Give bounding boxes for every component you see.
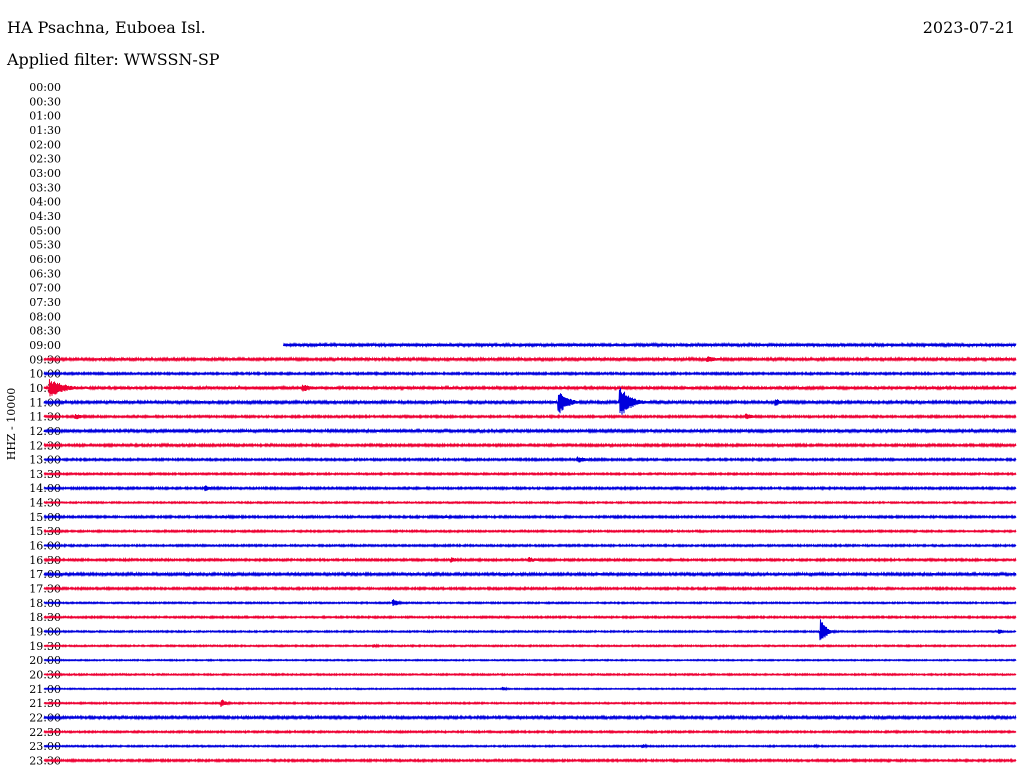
trace-1630: [43, 556, 1017, 563]
time-label-0530: 05:30: [29, 239, 61, 252]
time-label-0800: 08:00: [29, 310, 61, 323]
time-label-0500: 05:00: [29, 224, 61, 237]
time-label-0100: 01:00: [29, 110, 61, 123]
trace-0930: [43, 356, 1017, 363]
time-label-0200: 02:00: [29, 138, 61, 151]
time-label-0000: 00:00: [29, 81, 61, 94]
y-axis-label: HHZ - 10000: [5, 388, 18, 461]
trace-2000: [43, 658, 1017, 663]
trace-1930: [43, 643, 1017, 649]
time-label-0030: 00:30: [29, 95, 61, 108]
trace-0900: [282, 341, 1017, 349]
trace-1500: [43, 513, 1017, 520]
trace-2130: [43, 699, 1017, 707]
time-label-0330: 03:30: [29, 181, 61, 194]
seismogram-traces: [43, 341, 1017, 764]
trace-1000: [43, 370, 1017, 377]
trace-1530: [43, 528, 1017, 534]
trace-1700: [43, 571, 1017, 578]
trace-2100: [43, 686, 1017, 692]
trace-1830: [43, 614, 1017, 620]
time-label-0130: 01:30: [29, 124, 61, 137]
trace-1300: [43, 456, 1017, 463]
trace-2200: [43, 714, 1017, 721]
time-label-0730: 07:30: [29, 296, 61, 309]
time-labels: 00:0000:30 01:0001:3002:00 02:3003:0003:30…: [29, 81, 61, 768]
time-label-0630: 06:30: [29, 267, 61, 280]
time-label-0900: 09:00: [29, 339, 61, 352]
time-label-0400: 04:00: [29, 196, 61, 209]
trace-1100: [43, 387, 1017, 415]
trace-2300: [43, 743, 1017, 750]
time-label-0430: 04:30: [29, 210, 61, 223]
time-label-0830: 08:30: [29, 325, 61, 338]
time-label-0600: 06:00: [29, 253, 61, 266]
trace-1800: [43, 599, 1017, 607]
trace-2330: [43, 757, 1017, 764]
trace-1200: [43, 427, 1017, 435]
trace-1600: [43, 542, 1017, 549]
trace-1430: [43, 500, 1017, 505]
trace-1030: [43, 379, 1017, 397]
trace-1400: [43, 485, 1017, 492]
trace-1130: [43, 413, 1017, 420]
time-label-0700: 07:00: [29, 282, 61, 295]
trace-2230: [43, 729, 1017, 735]
time-label-0300: 03:00: [29, 167, 61, 180]
trace-1330: [43, 471, 1017, 477]
trace-1730: [43, 585, 1017, 592]
time-label-0230: 02:30: [29, 153, 61, 166]
trace-2030: [43, 672, 1017, 677]
trace-1230: [43, 442, 1017, 449]
trace-1900: [43, 619, 1017, 641]
helicorder-plot: 00:0000:30 01:0001:3002:00 02:3003:0003:30…: [5, 81, 1017, 768]
